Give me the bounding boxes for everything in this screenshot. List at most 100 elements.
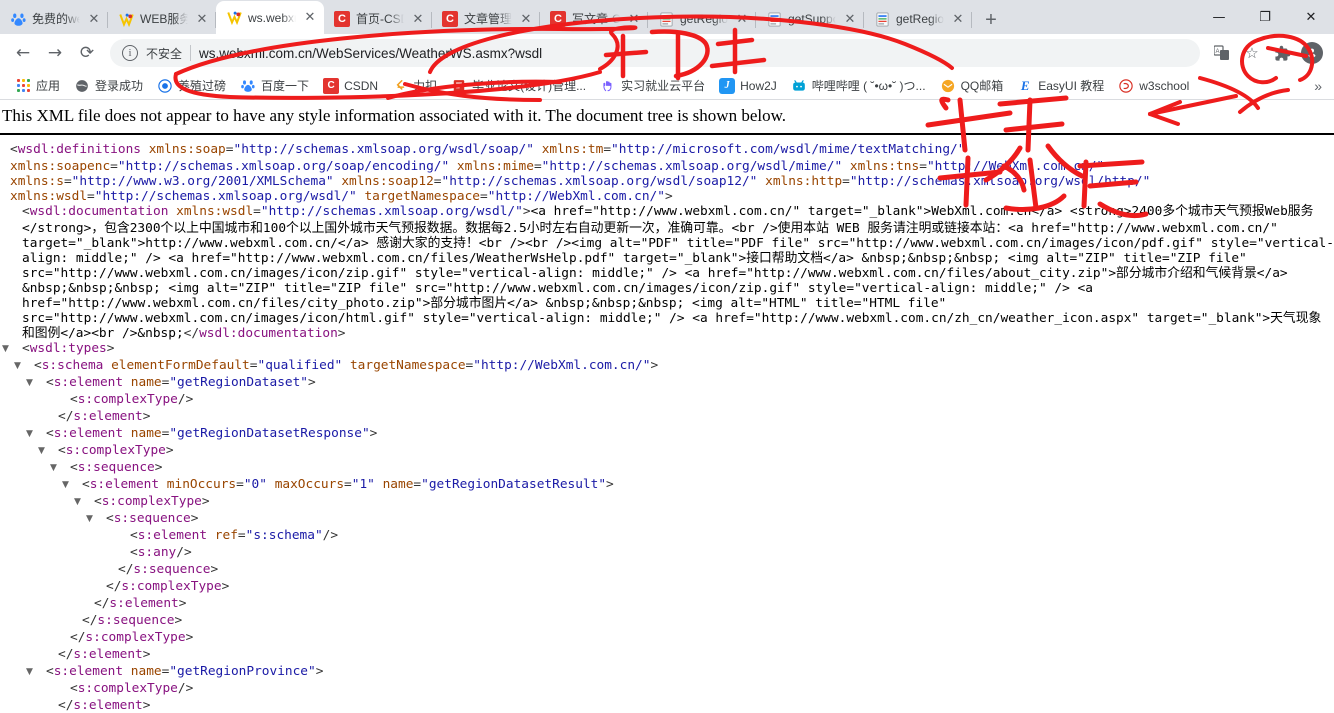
bookmark-item[interactable]: 百度一下 xyxy=(233,75,316,96)
xml-token: xmlns:mime xyxy=(456,159,534,174)
xml-token xyxy=(965,142,973,157)
back-button[interactable]: ← xyxy=(8,38,38,68)
new-tab-button[interactable]: + xyxy=(976,6,1006,34)
collapse-triangle-icon[interactable]: ▼ xyxy=(0,143,10,158)
bookmark-item[interactable]: J How2J xyxy=(712,76,784,96)
xml-token: targetNamespace xyxy=(364,189,481,204)
xml-token xyxy=(1150,174,1158,189)
collapse-triangle-icon[interactable]: ▼ xyxy=(50,461,70,476)
tab-close-icon[interactable]: ✕ xyxy=(302,10,318,26)
browser-tab[interactable]: getRegion ✕ xyxy=(864,4,972,34)
xml-token: "1" xyxy=(351,477,375,492)
bookmark-item[interactable]: 哔哩哔哩 ( ˘•ω•˘ )つ... xyxy=(784,75,933,96)
tab-close-icon[interactable]: ✕ xyxy=(734,11,750,27)
tab-close-icon[interactable]: ✕ xyxy=(194,11,210,27)
xml-token: < xyxy=(10,142,18,157)
csdn-icon: C xyxy=(323,77,340,94)
xml-line: </s:sequence> xyxy=(0,562,1334,579)
bookmark-item[interactable]: QQ邮箱 xyxy=(933,75,1011,96)
bookmark-item[interactable]: 毕业论文(设计)管理... xyxy=(444,75,593,96)
collapse-triangle-icon[interactable]: ▼ xyxy=(26,427,46,442)
tab-title: 写文章-CSD xyxy=(572,12,620,26)
bookmark-label: 哔哩哔哩 ( ˘•ω•˘ )つ... xyxy=(811,79,926,93)
collapse-triangle-icon[interactable]: ▼ xyxy=(38,444,58,459)
minimize-button[interactable]: — xyxy=(1196,1,1242,33)
xml-icon xyxy=(874,11,890,27)
forward-button[interactable]: → xyxy=(40,38,70,68)
maximize-button[interactable]: ❐ xyxy=(1242,1,1288,33)
browser-tab[interactable]: C 首页-CSDN ✕ xyxy=(324,4,432,34)
xml-token: > xyxy=(178,596,187,611)
tab-close-icon[interactable]: ✕ xyxy=(86,11,102,27)
bookmark-item[interactable]: w3school xyxy=(1111,76,1196,96)
close-window-button[interactable]: ✕ xyxy=(1288,1,1334,33)
xml-token: "getRegionDataset" xyxy=(169,375,309,390)
xml-token: maxOccurs xyxy=(274,477,345,492)
collapse-triangle-icon[interactable]: ▼ xyxy=(86,512,106,527)
collapse-triangle-icon[interactable]: ▼ xyxy=(2,342,22,357)
xml-token: = xyxy=(413,477,422,492)
xml-token: s:complexType xyxy=(121,579,222,594)
xml-token: "http://WebXml.com.cn/" xyxy=(487,189,665,204)
xml-token: xmlns:tns xyxy=(849,159,920,174)
xml-token: wsdl:documentation xyxy=(199,326,338,341)
translate-icon[interactable]: A xyxy=(1208,39,1236,67)
browser-tab[interactable]: C 文章管理-C ✕ xyxy=(432,4,540,34)
tab-title: 文章管理-C xyxy=(464,12,512,26)
collapse-triangle-icon[interactable]: ▼ xyxy=(62,478,82,493)
xml-token: "s:schema" xyxy=(245,528,323,543)
bookmark-item[interactable]: E EasyUI 教程 xyxy=(1010,75,1111,96)
collapse-triangle-icon[interactable]: ▼ xyxy=(74,495,94,510)
collapse-triangle-icon[interactable]: ▼ xyxy=(14,359,34,374)
xml-line: </s:complexType> xyxy=(0,579,1334,596)
bookmark-item[interactable]: 登录成功 xyxy=(67,75,150,96)
bookmark-item[interactable]: 实习就业云平台 xyxy=(593,75,712,96)
url-text[interactable]: ws.webxml.com.cn/WebServices/WeatherWS.a… xyxy=(199,46,1188,61)
browser-tab[interactable]: C 写文章-CSD ✕ xyxy=(540,4,648,34)
browser-tab[interactable]: WEB服务 (✕ xyxy=(108,4,216,34)
tab-close-icon[interactable]: ✕ xyxy=(950,11,966,27)
bookmarks-overflow-button[interactable]: » xyxy=(1310,78,1326,94)
xml-token: /> xyxy=(322,528,339,543)
bookmark-item[interactable]: 力扣 xyxy=(385,75,444,96)
browser-tab[interactable]: 免费的web ✕ xyxy=(0,4,108,34)
xml-token: "http://schemas.xmlsoap.org/wsdl/mime/" xyxy=(541,159,843,174)
collapse-triangle-icon[interactable]: ▼ xyxy=(26,665,46,680)
extensions-puzzle-icon[interactable] xyxy=(1268,39,1296,67)
bookmark-item[interactable]: C CSDN xyxy=(316,76,385,96)
bookmark-item[interactable]: 养殖过磅 xyxy=(150,75,233,96)
bookmark-star-icon[interactable]: ☆ xyxy=(1238,39,1266,67)
xml-token: > xyxy=(369,426,378,441)
reload-button[interactable]: ⟳ xyxy=(72,38,102,68)
xml-token xyxy=(757,174,765,189)
xml-token: </ xyxy=(82,613,98,628)
collapse-triangle-icon[interactable]: ▼ xyxy=(26,376,46,391)
tab-title: getSuppor xyxy=(788,12,836,26)
bookmark-label: 应用 xyxy=(36,79,61,93)
bookmark-item[interactable]: 应用 xyxy=(8,75,67,96)
xml-token xyxy=(123,375,131,390)
xml-token: </ xyxy=(106,579,122,594)
xml-token: s:complexType xyxy=(65,443,166,458)
profile-avatar[interactable] xyxy=(1298,39,1326,67)
address-bar[interactable]: i 不安全 ws.webxml.com.cn/WebServices/Weath… xyxy=(110,39,1200,67)
xml-token xyxy=(168,204,176,219)
browser-tab[interactable]: getSuppor ✕ xyxy=(756,4,864,34)
tab-title: getRegion xyxy=(680,12,728,26)
how2j-icon: J xyxy=(719,77,736,94)
bilibili-icon xyxy=(791,78,807,94)
xml-token: s:element xyxy=(53,664,124,679)
xml-token: = xyxy=(919,159,927,174)
xml-line: <s:any/> xyxy=(0,545,1334,562)
tab-close-icon[interactable]: ✕ xyxy=(410,11,426,27)
tab-close-icon[interactable]: ✕ xyxy=(518,11,534,27)
browser-tab[interactable]: ws.webxml ✕ xyxy=(216,1,324,34)
tab-title: ws.webxml xyxy=(248,10,296,25)
site-info-icon[interactable]: i xyxy=(122,45,138,61)
browser-tab[interactable]: getRegion ✕ xyxy=(648,4,756,34)
tab-close-icon[interactable]: ✕ xyxy=(842,11,858,27)
tab-close-icon[interactable]: ✕ xyxy=(626,11,642,27)
qqmail-icon xyxy=(940,78,956,94)
